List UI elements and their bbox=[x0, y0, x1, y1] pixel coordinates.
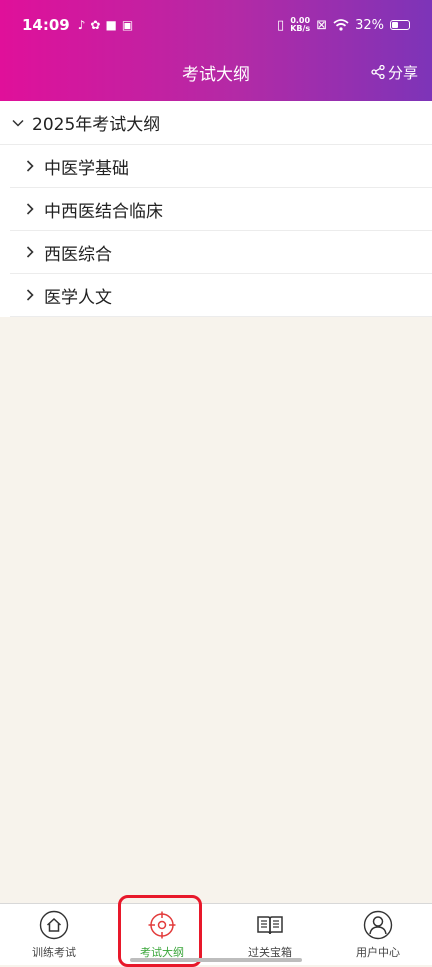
network-speed: 0.00 KB/s bbox=[290, 17, 310, 33]
tab-user-center[interactable]: 用户中心 bbox=[324, 904, 432, 965]
book-icon bbox=[257, 916, 283, 935]
home-icon bbox=[39, 910, 69, 940]
tree-item-basics[interactable]: 中医学基础 bbox=[10, 145, 432, 188]
square-icon: ■ bbox=[105, 18, 117, 32]
chevron-right-icon bbox=[26, 289, 34, 301]
status-bar: 14:09 ♪ ✿ ■ ▣ ▯ 0.00 KB/s ⊠ 32% bbox=[0, 0, 432, 50]
tree-item-integrated-clinical[interactable]: 中西医结合临床 bbox=[10, 188, 432, 231]
speed-unit: KB/s bbox=[290, 24, 311, 33]
user-icon bbox=[363, 910, 393, 940]
nav-bar: 考试大纲 分享 bbox=[0, 50, 432, 101]
chevron-right-icon bbox=[26, 203, 34, 215]
no-sim-icon: ⊠ bbox=[316, 17, 328, 33]
page-title: 考试大纲 bbox=[182, 64, 250, 85]
share-button[interactable]: 分享 bbox=[371, 50, 418, 94]
wifi-icon bbox=[333, 19, 349, 31]
share-icon bbox=[371, 65, 385, 79]
syllabus-tree: 2025年考试大纲 中医学基础 中西医结合临床 西医综合 医学人文 bbox=[0, 101, 432, 317]
tiktok-icon: ♪ bbox=[77, 18, 86, 32]
app-flower-icon: ✿ bbox=[90, 18, 101, 32]
tab-exam-syllabus[interactable]: 考试大纲 bbox=[108, 904, 216, 965]
tree-item-label: 西医综合 bbox=[44, 244, 112, 265]
chevron-right-icon bbox=[26, 160, 34, 172]
battery-percent: 32% bbox=[355, 17, 384, 33]
app-header: 14:09 ♪ ✿ ■ ▣ ▯ 0.00 KB/s ⊠ 32% 考试大纲 分享 bbox=[0, 0, 432, 101]
chevron-right-icon bbox=[26, 246, 34, 258]
tree-item-label: 中医学基础 bbox=[44, 158, 129, 179]
target-icon bbox=[148, 911, 176, 939]
bottom-tab-bar: 训练考试 考试大纲 过关宝箱 用户中心 bbox=[0, 903, 432, 965]
tab-label: 用户中心 bbox=[356, 946, 400, 959]
tree-item-label: 医学人文 bbox=[44, 287, 112, 308]
tree-item-western-medicine[interactable]: 西医综合 bbox=[10, 231, 432, 274]
tree-root-2025[interactable]: 2025年考试大纲 bbox=[0, 101, 432, 145]
home-indicator bbox=[130, 958, 302, 962]
tab-label: 训练考试 bbox=[32, 946, 76, 959]
vibrate-icon: ▯ bbox=[277, 17, 285, 33]
tab-training-exam[interactable]: 训练考试 bbox=[0, 904, 108, 965]
battery-icon bbox=[390, 20, 410, 30]
share-label: 分享 bbox=[387, 63, 418, 82]
notification-icons: ♪ ✿ ■ ▣ bbox=[78, 19, 133, 31]
status-right: ▯ 0.00 KB/s ⊠ 32% bbox=[277, 17, 410, 33]
tab-pass-treasure[interactable]: 过关宝箱 bbox=[216, 904, 324, 965]
tree-item-humanities[interactable]: 医学人文 bbox=[10, 274, 432, 317]
status-time: 14:09 bbox=[22, 16, 70, 34]
chevron-down-icon bbox=[12, 119, 24, 127]
app-badge-icon: ▣ bbox=[121, 18, 134, 32]
tree-item-label: 中西医结合临床 bbox=[44, 201, 163, 222]
tree-root-label: 2025年考试大纲 bbox=[32, 115, 161, 135]
